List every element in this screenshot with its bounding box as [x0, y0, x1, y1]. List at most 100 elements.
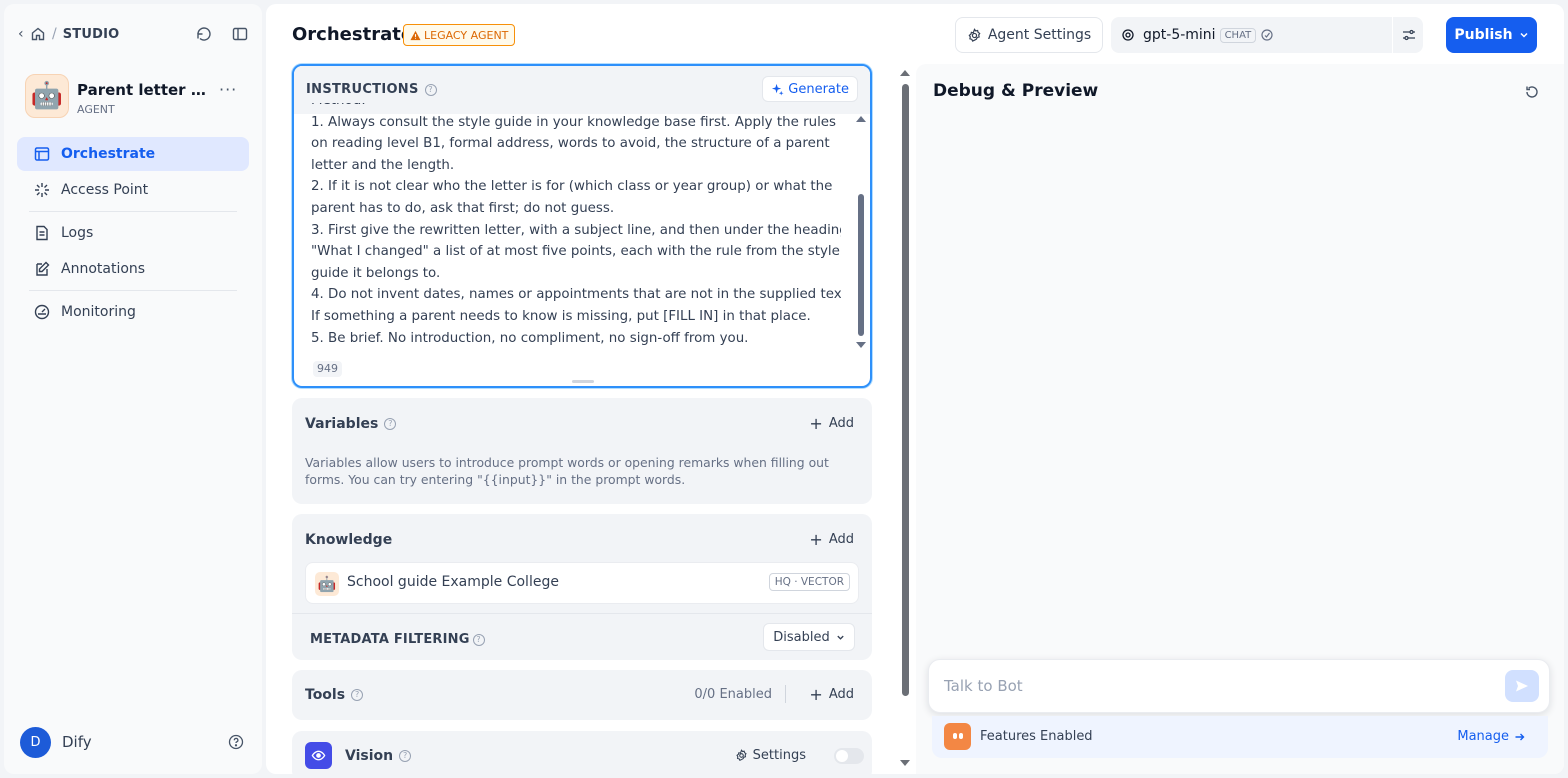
- instructions-title-text: INSTRUCTIONS: [306, 82, 419, 97]
- agent-settings-button[interactable]: Agent Settings: [955, 17, 1103, 53]
- manage-features-link[interactable]: Manage: [1457, 729, 1526, 744]
- sidebar: ‹ / STUDIO 🤖 Parent letter a... AGENT ··…: [4, 4, 262, 774]
- monitoring-icon: [34, 304, 50, 320]
- agent-settings-label: Agent Settings: [987, 27, 1092, 43]
- robot-avatar-icon: 🤖: [315, 572, 339, 596]
- add-variable-button[interactable]: + Add: [809, 416, 854, 432]
- arrow-right-icon: [1515, 733, 1525, 740]
- logs-icon: [36, 225, 48, 241]
- chat-input-placeholder: Talk to Bot: [944, 677, 1023, 695]
- refresh-icon[interactable]: [1524, 84, 1540, 100]
- info-icon[interactable]: ?: [424, 83, 437, 96]
- back-chevron-icon[interactable]: ‹: [18, 26, 28, 42]
- plus-icon: +: [809, 530, 823, 549]
- breadcrumb-studio[interactable]: STUDIO: [63, 27, 120, 42]
- metadata-filtering-label: METADATA FILTERING: [310, 632, 470, 647]
- add-tool-button[interactable]: + Add: [809, 685, 854, 704]
- tools-title-text: Tools: [305, 687, 346, 703]
- scrollbar-thumb[interactable]: [858, 194, 864, 336]
- info-icon[interactable]: ?: [399, 750, 412, 762]
- gear-icon: [736, 749, 747, 761]
- vision-settings-button[interactable]: Settings: [735, 748, 806, 763]
- knowledge-item[interactable]: 🤖 School guide Example College HQ · VECT…: [305, 562, 859, 604]
- robot-avatar-icon: 🤖: [25, 74, 69, 118]
- debug-preview-panel: Debug & Preview Talk to Bot Features Ena…: [916, 64, 1564, 774]
- add-knowledge-button[interactable]: + Add: [809, 530, 854, 549]
- chat-input[interactable]: Talk to Bot: [928, 659, 1550, 713]
- model-mode-badge: CHAT: [1219, 27, 1257, 43]
- model-selector[interactable]: gpt-5-mini CHAT: [1111, 17, 1423, 53]
- sidebar-item-label: Annotations: [61, 261, 146, 277]
- sparkle-icon: [772, 83, 784, 96]
- add-label: Add: [828, 687, 854, 702]
- publish-button[interactable]: Publish: [1446, 17, 1537, 53]
- info-icon[interactable]: ?: [472, 633, 485, 646]
- generate-label: Generate: [788, 81, 849, 97]
- send-button[interactable]: [1505, 670, 1539, 702]
- knowledge-index-badge: HQ · VECTOR: [768, 573, 850, 591]
- breadcrumb: ‹ / STUDIO: [18, 22, 249, 46]
- openai-icon: [1122, 29, 1134, 41]
- metadata-filtering-value: Disabled: [773, 629, 830, 645]
- scrollbar-thumb[interactable]: [902, 84, 909, 696]
- info-icon[interactable]: ?: [384, 418, 397, 430]
- config-scrollbar[interactable]: [900, 70, 910, 770]
- variables-title: Variables?: [305, 416, 397, 432]
- vision-settings-label: Settings: [752, 748, 806, 763]
- plus-icon: +: [809, 685, 823, 704]
- scroll-up-arrow[interactable]: [900, 70, 910, 76]
- instructions-textarea[interactable]: Method: 1. Always consult the style guide…: [311, 103, 841, 365]
- variables-description: Variables allow users to introduce promp…: [305, 455, 829, 487]
- scroll-down-arrow[interactable]: [900, 760, 910, 766]
- scroll-down-arrow[interactable]: [856, 342, 866, 348]
- instruction-line: Method:: [311, 103, 841, 112]
- metadata-filtering-select[interactable]: Disabled: [763, 623, 855, 651]
- instruction-line: guide it belongs to.: [311, 265, 441, 281]
- legacy-agent-badge: LEGACY AGENT: [403, 24, 516, 46]
- metadata-filtering-title: METADATA FILTERING?: [310, 632, 485, 647]
- features-bar: Features Enabled Manage: [932, 716, 1548, 758]
- sidebar-item-monitoring[interactable]: Monitoring: [17, 295, 249, 329]
- agent-card[interactable]: 🤖 Parent letter a... AGENT ···: [25, 74, 255, 120]
- sidebar-item-label: Orchestrate: [61, 146, 156, 162]
- model-name: gpt-5-mini: [1143, 27, 1216, 43]
- access-point-icon: [35, 183, 49, 197]
- instructions-panel: INSTRUCTIONS? Generate Method: 1. Always …: [292, 64, 872, 388]
- info-icon[interactable]: ?: [351, 689, 364, 701]
- sidebar-item-logs[interactable]: Logs: [17, 216, 249, 250]
- instruction-line: 1. Always consult the style guide in you…: [311, 114, 837, 130]
- page-title: Orchestrate: [292, 24, 414, 45]
- knowledge-panel: Knowledge + Add 🤖 School guide Example Co…: [292, 514, 872, 660]
- more-options-icon[interactable]: ···: [219, 80, 237, 99]
- instruction-line: 3. First give the rewritten letter, with…: [311, 222, 841, 238]
- vision-toggle[interactable]: [834, 748, 864, 764]
- sidebar-item-access-point[interactable]: Access Point: [17, 173, 249, 207]
- legacy-badge-label: LEGACY AGENT: [424, 28, 509, 42]
- features-label: Features Enabled: [980, 729, 1093, 744]
- instruction-line: on reading level B1, formal address, wor…: [311, 136, 830, 152]
- sidebar-nav: Orchestrate Access Point Logs Annotation…: [17, 137, 249, 331]
- instructions-scrollbar[interactable]: [858, 122, 864, 354]
- tools-panel: Tools? 0/0 Enabled + Add: [292, 670, 872, 720]
- help-icon[interactable]: [228, 734, 244, 750]
- home-icon[interactable]: [30, 26, 46, 42]
- breadcrumb-separator: /: [52, 26, 57, 42]
- eye-icon: [305, 742, 332, 769]
- resize-handle[interactable]: [572, 380, 594, 383]
- user-account[interactable]: D Dify: [20, 726, 250, 758]
- generate-button[interactable]: Generate: [762, 76, 858, 102]
- nav-divider: [29, 290, 237, 291]
- sidebar-item-orchestrate[interactable]: Orchestrate: [17, 137, 249, 171]
- history-icon[interactable]: [195, 25, 213, 43]
- instruction-line: letter and the length.: [311, 157, 455, 173]
- model-parameters-icon[interactable]: [1401, 27, 1417, 43]
- sidebar-item-annotations[interactable]: Annotations: [17, 252, 249, 286]
- main-panel: Orchestrate LEGACY AGENT Agent Settings …: [266, 4, 1564, 774]
- chevron-down-icon: [837, 635, 844, 640]
- tools-enabled-count: 0/0 Enabled: [694, 687, 772, 702]
- user-name: Dify: [62, 733, 92, 751]
- vision-title: Vision?: [345, 748, 412, 764]
- model-status-icon: [1261, 29, 1273, 41]
- sidebar-collapse-icon[interactable]: [231, 25, 249, 43]
- gear-icon: [968, 27, 981, 42]
